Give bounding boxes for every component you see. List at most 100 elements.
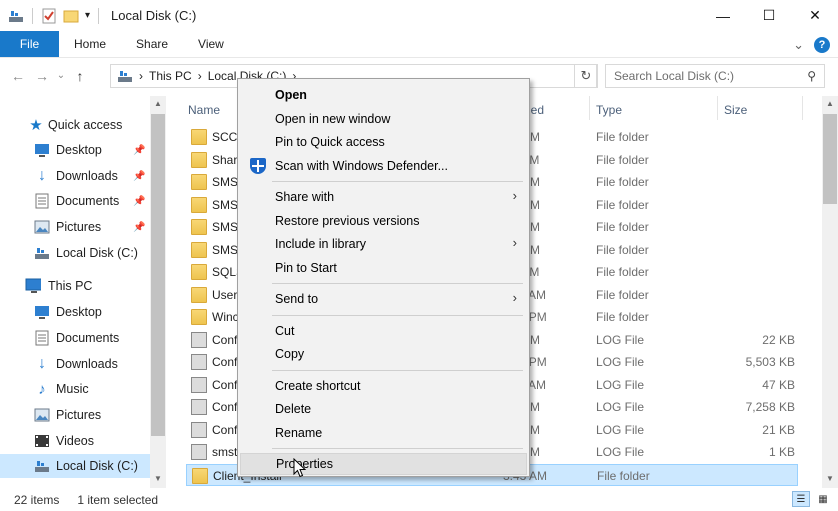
search-input[interactable]: Search Local Disk (C:) ⚲ bbox=[605, 64, 825, 88]
menu-item-properties[interactable]: Properties bbox=[240, 453, 527, 475]
column-divider[interactable] bbox=[717, 96, 718, 120]
nav-pc-local-disk[interactable]: Local Disk (C:) bbox=[0, 454, 150, 478]
column-divider[interactable] bbox=[589, 96, 590, 120]
nav-quick-pictures[interactable]: Pictures 📌 bbox=[0, 215, 150, 239]
menu-item-pin-to-start[interactable]: Pin to Start bbox=[240, 257, 527, 279]
nav-quick-documents[interactable]: Documents 📌 bbox=[0, 189, 150, 213]
breadcrumb-this-pc[interactable]: This PC bbox=[149, 69, 192, 83]
file-type: LOG File bbox=[596, 377, 645, 392]
drive-icon bbox=[34, 245, 50, 261]
nav-pc-music[interactable]: ♪ Music bbox=[0, 377, 150, 401]
menu-item-open-in-new-window[interactable]: Open in new window bbox=[240, 108, 527, 130]
maximize-button[interactable]: ☐ bbox=[746, 0, 792, 31]
tab-file[interactable]: File bbox=[0, 31, 59, 57]
menu-item-share-with[interactable]: Share with › bbox=[240, 186, 527, 208]
nav-pc-desktop[interactable]: Desktop bbox=[0, 300, 150, 324]
file-size: 22 KB bbox=[762, 332, 795, 347]
file-type: LOG File bbox=[596, 355, 645, 369]
file-name: SMS bbox=[212, 175, 239, 189]
file-name: SMS bbox=[212, 242, 239, 257]
nav-pc-downloads[interactable]: ↓ Downloads bbox=[0, 352, 150, 376]
menu-item-create-shortcut[interactable]: Create shortcut bbox=[240, 375, 527, 397]
close-button[interactable]: ✕ bbox=[792, 0, 838, 31]
nav-quick-access[interactable]: ★ Quick access bbox=[0, 113, 150, 137]
expand-ribbon-chevron-icon[interactable]: ⌄ bbox=[793, 37, 804, 53]
large-icons-view-icon[interactable]: ▦ bbox=[814, 491, 832, 507]
scrollbar-thumb[interactable] bbox=[151, 114, 165, 436]
menu-item-rename[interactable]: Rename bbox=[240, 422, 527, 444]
nav-quick-local-disk[interactable]: Local Disk (C:) bbox=[0, 241, 150, 265]
drive-icon[interactable] bbox=[8, 8, 24, 24]
nav-quick-desktop[interactable]: Desktop 📌 bbox=[0, 138, 150, 162]
title-bar: ▾ Local Disk (C:) — ☐ ✕ bbox=[0, 0, 838, 31]
help-icon[interactable]: ? bbox=[814, 36, 830, 53]
menu-item-open[interactable]: Open bbox=[240, 84, 527, 106]
file-type: File folder bbox=[596, 130, 649, 144]
properties-icon[interactable] bbox=[41, 8, 57, 24]
file-name: smst bbox=[212, 445, 238, 459]
star-icon: ★ bbox=[29, 117, 43, 134]
scroll-up-icon[interactable]: ▲ bbox=[150, 99, 166, 108]
minimize-button[interactable]: — bbox=[700, 0, 746, 31]
search-placeholder: Search Local Disk (C:) bbox=[614, 69, 735, 83]
menu-item-cut[interactable]: Cut bbox=[240, 320, 527, 342]
computer-icon bbox=[25, 278, 41, 294]
column-header-date-modified[interactable]: ied bbox=[528, 98, 544, 122]
toolbar-divider bbox=[32, 7, 33, 24]
menu-item-include-in-library[interactable]: Include in library › bbox=[240, 233, 527, 255]
column-header-name[interactable]: Name bbox=[188, 98, 220, 122]
menu-item-label: Copy bbox=[275, 347, 305, 361]
log-file-icon bbox=[191, 444, 207, 460]
folder-icon bbox=[191, 264, 207, 280]
nav-pc-documents[interactable]: Documents bbox=[0, 326, 150, 350]
menu-item-delete[interactable]: Delete bbox=[240, 398, 527, 420]
pin-icon[interactable]: 📌 bbox=[133, 196, 145, 207]
file-list-scrollbar[interactable]: ▲ ▼ bbox=[822, 96, 838, 488]
up-arrow-icon[interactable]: ↑ bbox=[68, 68, 92, 84]
menu-item-pin-to-quick-access[interactable]: Pin to Quick access bbox=[240, 131, 527, 153]
nav-quick-downloads[interactable]: ↓ Downloads 📌 bbox=[0, 164, 150, 188]
nav-pc-videos[interactable]: Videos bbox=[0, 429, 150, 453]
refresh-button[interactable]: ↻ bbox=[574, 64, 598, 88]
file-name: Shar bbox=[212, 152, 238, 167]
scroll-up-icon[interactable]: ▲ bbox=[822, 99, 838, 108]
forward-arrow-icon[interactable]: → bbox=[30, 68, 54, 84]
menu-item-restore-previous-versions[interactable]: Restore previous versions bbox=[240, 210, 527, 232]
nav-this-pc[interactable]: This PC bbox=[0, 274, 150, 298]
pin-icon[interactable]: 📌 bbox=[133, 171, 145, 182]
log-file-icon bbox=[191, 399, 207, 415]
menu-item-label: Open in new window bbox=[275, 111, 391, 126]
customize-toolbar-chevron-icon[interactable]: ▾ bbox=[85, 10, 90, 21]
submenu-arrow-icon: › bbox=[512, 235, 517, 250]
menu-item-scan-with-windows-defender[interactable]: Scan with Windows Defender... bbox=[240, 155, 527, 177]
new-folder-icon[interactable] bbox=[63, 8, 79, 24]
navigation-pane: ★ Quick access Desktop 📌 ↓ Downloads 📌 D… bbox=[0, 96, 166, 488]
menu-item-copy[interactable]: Copy bbox=[240, 343, 527, 365]
tab-view[interactable]: View bbox=[183, 31, 239, 57]
nav-pane-scrollbar[interactable]: ▲ ▼ bbox=[150, 96, 166, 488]
recent-locations-chevron-icon[interactable]: ⌄ bbox=[54, 70, 68, 81]
folder-icon bbox=[191, 219, 207, 235]
tab-home[interactable]: Home bbox=[59, 31, 121, 57]
nav-pc-pictures[interactable]: Pictures bbox=[0, 403, 150, 427]
scrollbar-thumb[interactable] bbox=[823, 114, 837, 204]
nav-label: Local Disk (C:) bbox=[56, 459, 138, 473]
scroll-down-icon[interactable]: ▼ bbox=[150, 474, 166, 483]
menu-item-label: Restore previous versions bbox=[275, 213, 420, 228]
details-view-icon[interactable]: ☰ bbox=[792, 491, 810, 507]
column-header-size[interactable]: Size bbox=[724, 98, 747, 122]
pin-icon[interactable]: 📌 bbox=[133, 222, 145, 233]
file-size: 7,258 KB bbox=[745, 400, 795, 414]
menu-separator bbox=[272, 448, 523, 449]
tab-share[interactable]: Share bbox=[121, 31, 183, 57]
nav-label: Quick access bbox=[48, 118, 123, 132]
menu-item-send-to[interactable]: Send to › bbox=[240, 288, 527, 310]
file-name: Conf bbox=[212, 332, 238, 347]
column-divider[interactable] bbox=[802, 96, 803, 120]
pin-icon[interactable]: 📌 bbox=[133, 145, 145, 156]
back-arrow-icon[interactable]: ← bbox=[6, 68, 30, 84]
context-menu: Open Open in new window Pin to Quick acces… bbox=[237, 78, 530, 477]
column-header-type[interactable]: Type bbox=[596, 98, 622, 122]
quick-access-toolbar: ▾ bbox=[0, 7, 101, 24]
scroll-down-icon[interactable]: ▼ bbox=[822, 474, 838, 483]
